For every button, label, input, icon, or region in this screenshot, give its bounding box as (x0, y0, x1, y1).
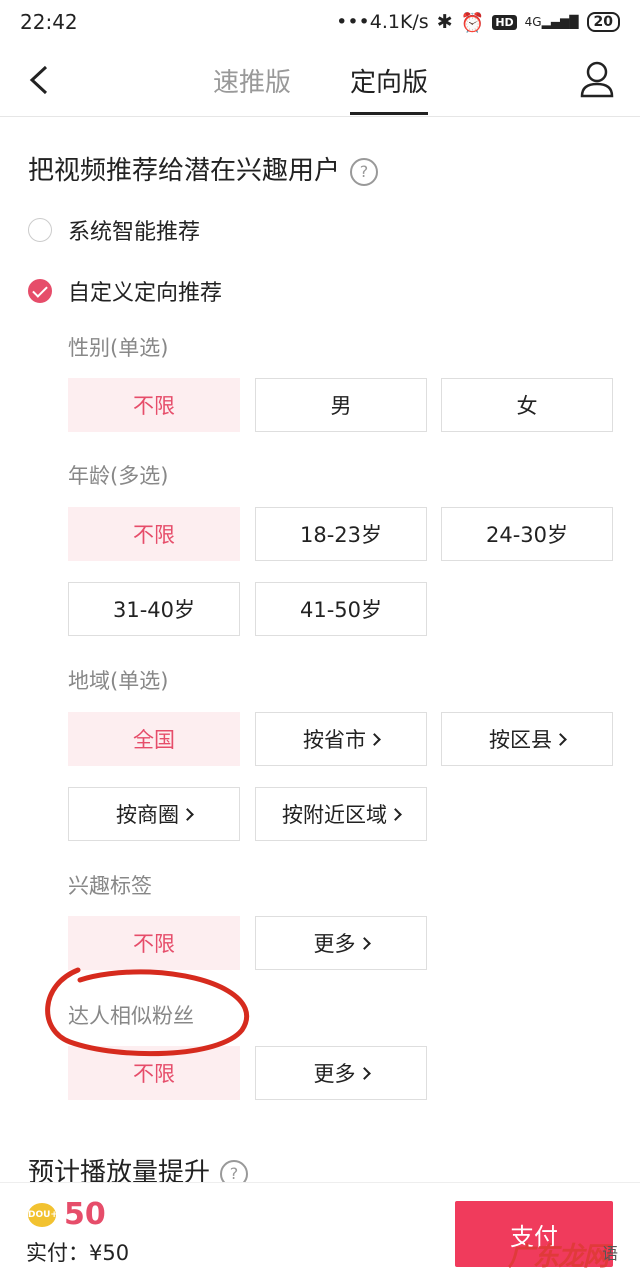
region-business[interactable]: 按商圈 (68, 787, 240, 841)
region-business-label: 按商圈 (116, 803, 179, 827)
age-31-40-label: 31-40岁 (112, 598, 196, 622)
status-bar: 22:42 •••4.1K/s ✱ ⏰ HD 4G▂▄▆█ 20 (0, 0, 640, 44)
option-system-label: 系统智能推荐 (68, 220, 201, 245)
tab-target[interactable]: 定向版 (350, 62, 428, 99)
interest-more-label: 更多 (313, 932, 356, 956)
gender-label: 性别(单选) (68, 336, 169, 360)
region-national[interactable]: 全国 (68, 712, 240, 766)
age-any[interactable]: 不限 (68, 507, 240, 561)
interest-label: 兴趣标签 (68, 874, 152, 898)
age-any-label: 不限 (133, 523, 175, 547)
chevron-right-icon (357, 936, 371, 950)
watermark: 广东龙网 (508, 1242, 609, 1272)
region-label: 地域(单选) (68, 669, 169, 693)
age-24-30[interactable]: 24-30岁 (441, 507, 613, 561)
section-title: 把视频推荐给潜在兴趣用户? (28, 150, 379, 187)
gender-male-label: 男 (330, 394, 352, 418)
status-time: 22:42 (20, 10, 78, 34)
interest-any[interactable]: 不限 (68, 916, 240, 970)
similar-more-label: 更多 (313, 1062, 356, 1086)
chevron-right-icon (357, 1066, 371, 1080)
alarm-icon: ⏰ (460, 11, 485, 34)
region-province[interactable]: 按省市 (255, 712, 427, 766)
help-icon[interactable]: ? (350, 157, 379, 186)
gender-any[interactable]: 不限 (68, 378, 240, 432)
signal-icon: 4G▂▄▆█ (524, 15, 579, 29)
section-title-text: 把视频推荐给潜在兴趣用户 (28, 156, 341, 186)
status-icons: •••4.1K/s ✱ ⏰ HD 4G▂▄▆█ 20 (336, 11, 620, 34)
region-province-label: 按省市 (303, 728, 366, 752)
tab-indicator (350, 112, 428, 115)
region-county[interactable]: 按区县 (441, 712, 613, 766)
radio-unchecked-icon[interactable] (28, 218, 52, 242)
nav-bar: 速推版 定向版 (0, 44, 640, 117)
radio-checked-icon[interactable] (28, 279, 52, 303)
region-national-label: 全国 (133, 728, 175, 752)
similar-any[interactable]: 不限 (68, 1046, 240, 1100)
gender-female[interactable]: 女 (441, 378, 613, 432)
gender-male[interactable]: 男 (255, 378, 427, 432)
age-31-40[interactable]: 31-40岁 (68, 582, 240, 636)
age-18-23[interactable]: 18-23岁 (255, 507, 427, 561)
tab-fast[interactable]: 速推版 (213, 62, 291, 99)
chevron-right-icon (389, 807, 402, 821)
similar-any-label: 不限 (133, 1062, 175, 1086)
chevron-right-icon (181, 807, 194, 821)
similar-fans-label: 达人相似粉丝 (68, 1004, 194, 1028)
region-county-label: 按区县 (489, 728, 552, 752)
interest-any-label: 不限 (133, 932, 175, 956)
user-icon[interactable] (578, 60, 616, 100)
network-type: 4G (524, 15, 542, 29)
amount: 50 (64, 1197, 106, 1232)
age-24-30-label: 24-30岁 (485, 523, 569, 547)
chevron-right-icon (368, 732, 381, 746)
interest-more[interactable]: 更多 (255, 916, 427, 970)
back-icon[interactable] (26, 64, 56, 96)
similar-more[interactable]: 更多 (255, 1046, 427, 1100)
coin-icon: DOU+ (28, 1203, 58, 1227)
option-custom-label: 自定义定向推荐 (68, 281, 223, 306)
age-41-50-label: 41-50岁 (299, 598, 383, 622)
option-system[interactable]: 系统智能推荐 (28, 214, 200, 246)
paid-amount: 实付：¥50 (26, 1241, 130, 1265)
chevron-right-icon (554, 732, 567, 746)
watermark-suffix: 语 (602, 1244, 619, 1263)
region-nearby-label: 按附近区域 (282, 803, 387, 827)
battery-icon: 20 (586, 12, 620, 32)
bluetooth-icon: ✱ (436, 11, 453, 33)
age-18-23-label: 18-23岁 (299, 523, 383, 547)
gender-female-label: 女 (516, 394, 538, 418)
age-41-50[interactable]: 41-50岁 (255, 582, 427, 636)
hd-icon: HD (492, 14, 517, 30)
gender-any-label: 不限 (133, 394, 175, 418)
option-custom[interactable]: 自定义定向推荐 (28, 275, 222, 307)
region-nearby[interactable]: 按附近区域 (255, 787, 427, 841)
network-speed: •••4.1K/s (336, 11, 429, 33)
age-label: 年龄(多选) (68, 464, 169, 488)
